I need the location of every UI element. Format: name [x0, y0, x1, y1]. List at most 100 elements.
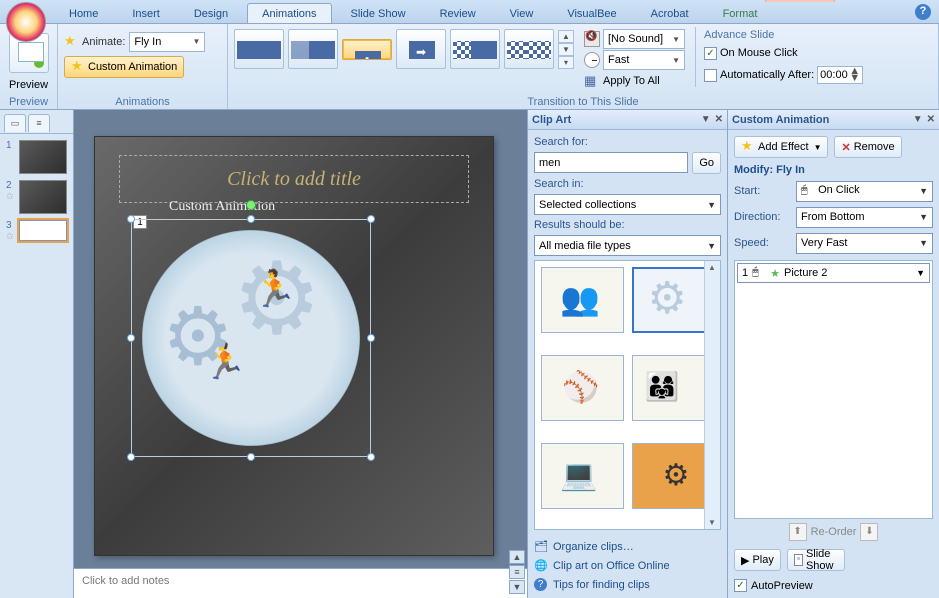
help-icon [534, 578, 548, 592]
tab-visualbee[interactable]: VisualBee [552, 3, 631, 23]
on-mouse-click-checkbox[interactable]: ✓ [704, 47, 717, 60]
slide-editor: Click to add title Custom Animation 1 🏃 … [74, 110, 527, 598]
resize-handle[interactable] [367, 215, 375, 223]
resize-handle[interactable] [247, 215, 255, 223]
tab-slideshow[interactable]: Slide Show [336, 3, 421, 23]
apply-all-icon [584, 73, 600, 89]
slide-canvas[interactable]: Click to add title Custom Animation 1 🏃 … [94, 136, 494, 556]
slide-thumb-2[interactable]: 2✩ [6, 180, 67, 214]
tab-format[interactable]: Format [708, 3, 773, 23]
transition-dissolve-2[interactable] [504, 29, 554, 69]
resize-handle[interactable] [367, 453, 375, 461]
autopreview-label: AutoPreview [751, 580, 813, 592]
organize-clips-link[interactable]: Organize clips… [534, 540, 721, 554]
custom-animation-pane: Custom Animation▼✕ Add Effect▼ ✕Remove M… [727, 110, 939, 598]
tab-view[interactable]: View [495, 3, 549, 23]
group-label-animations: Animations [64, 94, 221, 109]
rotate-handle[interactable] [246, 200, 256, 210]
clipart-close-icon[interactable]: ✕ [715, 114, 723, 125]
clipart-result-5[interactable] [541, 443, 624, 509]
transition-gallery-up[interactable]: ▲ [558, 30, 574, 43]
clipart-pane: Clip Art▼✕ Search for: Go Search in: Sel… [527, 110, 727, 598]
transition-sound-combo[interactable]: [No Sound]▼ [603, 29, 685, 49]
reorder-label: Re-Order [811, 526, 857, 538]
clipart-result-1[interactable] [541, 267, 624, 333]
slide-thumb-3[interactable]: 3✩ [6, 220, 67, 242]
ca-close-icon[interactable]: ✕ [927, 114, 935, 125]
tab-insert[interactable]: Insert [117, 3, 175, 23]
transition-dissolve-1[interactable] [450, 29, 500, 69]
transition-speed-combo[interactable]: Fast▼ [603, 50, 685, 70]
office-button[interactable] [6, 2, 46, 42]
reorder-down-button[interactable]: ⬇ [860, 523, 878, 541]
clipart-results [534, 260, 721, 530]
clipart-scrollbar[interactable] [704, 261, 720, 529]
start-select[interactable]: On Click▼ [796, 181, 933, 202]
ca-menu-arrow[interactable]: ▼ [913, 114, 923, 125]
custom-animation-button[interactable]: Custom Animation [64, 56, 184, 78]
resize-handle[interactable] [367, 334, 375, 342]
contextual-tab-highlight [765, 0, 835, 2]
transition-fade[interactable] [288, 29, 338, 69]
resize-handle[interactable] [247, 453, 255, 461]
tab-design[interactable]: Design [179, 3, 243, 23]
ribbon: Preview Preview Animate: Fly In▼ Custom … [0, 24, 939, 110]
mouse-icon [801, 184, 815, 198]
slide-nav-button[interactable]: ≡ [509, 565, 525, 579]
speed-icon [584, 52, 600, 68]
animate-star-icon [64, 35, 78, 49]
transition-gallery-down[interactable]: ▼ [558, 43, 574, 56]
organize-icon [534, 540, 548, 554]
slides-view-tab[interactable]: ▭ [4, 114, 26, 132]
speed-label: Speed: [734, 237, 792, 249]
transition-none[interactable] [234, 29, 284, 69]
effect-item-1[interactable]: 1Picture 2 ▼ [737, 263, 930, 283]
add-effect-button[interactable]: Add Effect▼ [734, 136, 828, 158]
clipart-result-4[interactable] [632, 355, 715, 421]
apply-to-all-button[interactable]: Apply To All [584, 71, 685, 91]
notes-pane[interactable]: Click to add notes [74, 568, 527, 598]
resize-handle[interactable] [127, 334, 135, 342]
sound-icon [584, 31, 600, 47]
play-button[interactable]: ▶ Play [734, 549, 781, 571]
resize-handle[interactable] [127, 215, 135, 223]
reorder-up-button[interactable]: ⬆ [789, 523, 807, 541]
tips-link[interactable]: Tips for finding clips [534, 578, 721, 592]
tab-home[interactable]: Home [54, 3, 113, 23]
go-button[interactable]: Go [692, 152, 721, 174]
clipart-result-2[interactable] [632, 267, 715, 333]
speed-select[interactable]: Very Fast▼ [796, 233, 933, 254]
clipart-menu-arrow[interactable]: ▼ [701, 114, 711, 125]
modify-label: Modify: Fly In [734, 164, 933, 176]
autopreview-checkbox[interactable]: ✓ [734, 579, 747, 592]
remove-effect-button[interactable]: ✕Remove [834, 136, 901, 158]
prev-slide-button[interactable]: ▲ [509, 550, 525, 564]
group-label-preview: Preview [6, 94, 51, 109]
resize-handle[interactable] [127, 453, 135, 461]
search-input[interactable] [534, 152, 688, 173]
results-type-select[interactable]: All media file types▼ [534, 235, 721, 256]
tab-acrobat[interactable]: Acrobat [636, 3, 704, 23]
office-online-link[interactable]: Clip art on Office Online [534, 559, 721, 573]
advance-slide-title: Advance Slide [704, 29, 863, 41]
tab-review[interactable]: Review [425, 3, 491, 23]
transition-push-down[interactable]: ⬇ [342, 39, 392, 60]
selected-picture[interactable]: 🏃 🏃 [131, 219, 371, 457]
direction-select[interactable]: From Bottom▼ [796, 207, 933, 228]
next-slide-button[interactable]: ▼ [509, 580, 525, 594]
transition-gallery-more[interactable]: ▾ [558, 56, 574, 69]
clipart-result-3[interactable] [541, 355, 624, 421]
search-in-select[interactable]: Selected collections▼ [534, 194, 721, 215]
title-placeholder[interactable]: Click to add title [119, 155, 469, 203]
help-icon[interactable]: ? [915, 4, 931, 20]
transition-push-right[interactable]: ➡ [396, 29, 446, 69]
on-mouse-click-label: On Mouse Click [720, 47, 798, 59]
slide-thumb-1[interactable]: 1 [6, 140, 67, 174]
animate-combo[interactable]: Fly In▼ [129, 32, 205, 52]
auto-after-time[interactable]: 00:00▲▼ [817, 66, 863, 84]
clipart-result-6[interactable] [632, 443, 715, 509]
tab-animations[interactable]: Animations [247, 3, 331, 23]
slideshow-button[interactable]: Slide Show [787, 549, 846, 571]
outline-view-tab[interactable]: ≡ [28, 114, 50, 132]
auto-after-checkbox[interactable] [704, 69, 717, 82]
